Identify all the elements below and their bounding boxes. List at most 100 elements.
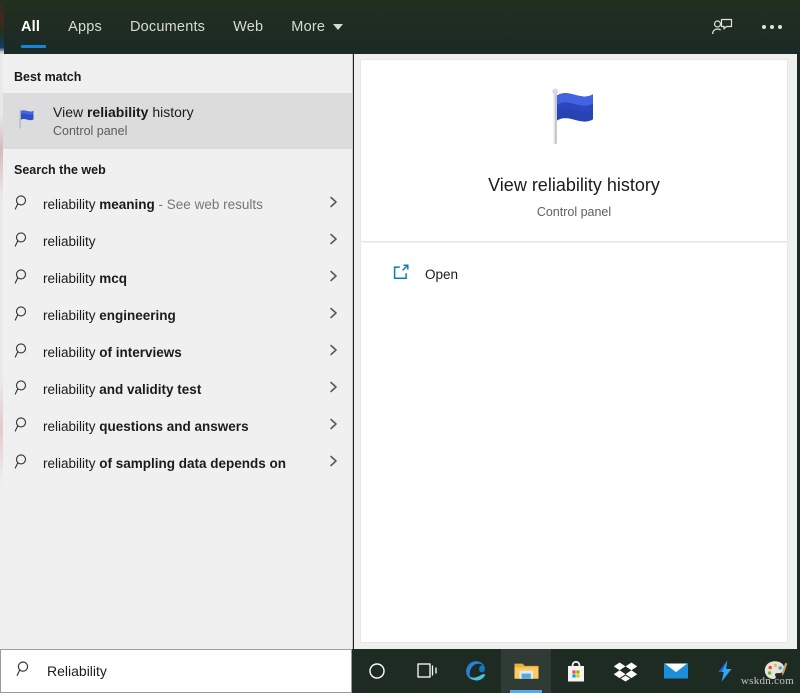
search-icon xyxy=(14,268,31,290)
web-result-prefix: reliability xyxy=(43,381,100,397)
best-match-title-bold: reliability xyxy=(86,104,149,121)
web-result-suffix: - See web results xyxy=(154,196,263,212)
search-tabs: All Apps Documents Web More xyxy=(13,0,357,54)
web-result-label: reliability engineering xyxy=(43,307,314,324)
search-icon xyxy=(16,660,33,682)
tab-web-label: Web xyxy=(233,19,264,35)
tab-more-label: More xyxy=(291,19,326,35)
web-result-label: reliability questions and answers xyxy=(43,418,314,435)
tab-more[interactable]: More xyxy=(277,0,357,54)
web-result-label: reliability mcq xyxy=(43,270,314,287)
tab-all-label: All xyxy=(21,19,41,35)
best-match-title-suffix: history xyxy=(148,104,194,121)
open-action-button[interactable]: Open xyxy=(361,253,787,295)
search-results-area: Best match View reliability history Cont… xyxy=(0,54,800,649)
web-results-list: reliability meaning - See web results rel… xyxy=(0,186,352,482)
feedback-person-icon[interactable] xyxy=(708,13,736,41)
chevron-right-icon[interactable] xyxy=(326,343,340,362)
blue-flag-icon xyxy=(537,82,611,161)
search-icon xyxy=(14,231,31,253)
taskbar-item-cortana[interactable] xyxy=(352,649,402,693)
web-result-prefix: reliability xyxy=(43,344,100,360)
taskbar-item-edge[interactable] xyxy=(452,649,502,693)
web-result-bold: of interviews xyxy=(99,344,182,360)
web-result-item[interactable]: reliability of sampling data depends on xyxy=(0,445,352,482)
search-icon xyxy=(14,342,31,364)
open-external-icon xyxy=(391,262,411,287)
taskbar-item-microsoft-store[interactable] xyxy=(551,649,601,693)
web-result-bold: meaning xyxy=(99,196,155,212)
taskbar-item-dropbox[interactable] xyxy=(601,649,651,693)
preview-title: View reliability history xyxy=(488,175,660,195)
chevron-right-icon[interactable] xyxy=(326,195,340,214)
web-result-bold: engineering xyxy=(99,307,176,323)
web-result-item[interactable]: reliability mcq xyxy=(0,260,352,297)
search-icon xyxy=(14,379,31,401)
search-web-heading: Search the web xyxy=(14,163,106,177)
web-result-item[interactable]: reliability of interviews xyxy=(0,334,352,371)
taskbar-item-mail[interactable] xyxy=(651,649,701,693)
best-match-title: View reliability history xyxy=(53,104,194,120)
web-result-item[interactable]: reliability and validity test xyxy=(0,371,352,408)
preview-card: View reliability history Control panel xyxy=(360,59,788,242)
taskbar-item-task-view[interactable] xyxy=(402,649,452,693)
tab-documents-label: Documents xyxy=(130,19,206,35)
web-result-prefix: reliability xyxy=(43,455,100,471)
search-input-value: Reliability xyxy=(47,663,107,679)
web-result-bold: and validity test xyxy=(99,381,202,397)
web-result-prefix: reliability xyxy=(43,233,96,249)
chevron-right-icon[interactable] xyxy=(326,232,340,251)
web-result-prefix: reliability xyxy=(43,307,100,323)
web-result-item[interactable]: reliability questions and answers xyxy=(0,408,352,445)
taskbar-item-file-explorer[interactable] xyxy=(501,649,552,693)
web-result-label: reliability of interviews xyxy=(43,344,314,361)
chevron-down-icon xyxy=(333,24,344,30)
search-navbar: All Apps Documents Web More xyxy=(0,0,800,54)
web-result-item[interactable]: reliability xyxy=(0,223,352,260)
tab-active-underline xyxy=(21,45,47,48)
search-icon xyxy=(14,194,31,216)
web-result-prefix: reliability xyxy=(43,270,100,286)
tab-all[interactable]: All xyxy=(13,0,54,54)
chevron-right-icon[interactable] xyxy=(326,454,340,473)
tab-apps[interactable]: Apps xyxy=(54,0,116,54)
chevron-right-icon[interactable] xyxy=(326,417,340,436)
taskbar-item-lightning-app[interactable] xyxy=(700,649,750,693)
preview-subtitle: Control panel xyxy=(536,205,612,219)
best-match-heading: Best match xyxy=(14,70,82,84)
search-input[interactable]: Reliability xyxy=(0,649,352,693)
chevron-right-icon[interactable] xyxy=(326,380,340,399)
windows-search-screen: All Apps Documents Web More Best match V… xyxy=(0,0,800,693)
chevron-right-icon[interactable] xyxy=(326,306,340,325)
preview-actions: Open xyxy=(360,243,788,643)
navbar-actions xyxy=(708,0,786,54)
search-icon xyxy=(14,453,31,475)
taskbar: wskdn.com xyxy=(352,649,800,693)
web-result-label: reliability xyxy=(43,233,314,250)
ellipsis-dots xyxy=(762,25,782,29)
web-result-bold: mcq xyxy=(99,270,128,286)
search-icon xyxy=(14,416,31,438)
tab-apps-label: Apps xyxy=(68,19,102,35)
web-result-bold: questions and answers xyxy=(99,418,249,434)
chevron-right-icon[interactable] xyxy=(326,269,340,288)
web-result-item[interactable]: reliability meaning - See web results xyxy=(0,186,352,223)
web-result-bold: of sampling data depends on xyxy=(99,455,287,471)
best-match-subtitle: Control panel xyxy=(53,123,128,138)
web-result-item[interactable]: reliability engineering xyxy=(0,297,352,334)
tab-web[interactable]: Web xyxy=(219,0,277,54)
web-result-prefix: reliability xyxy=(43,418,100,434)
results-list-panel: Best match View reliability history Cont… xyxy=(0,54,353,649)
panel-left-edge xyxy=(0,54,3,649)
web-result-label: reliability and validity test xyxy=(43,381,314,398)
open-action-label: Open xyxy=(425,266,459,282)
best-match-text: View reliability history Control panel xyxy=(53,104,194,137)
web-result-prefix: reliability xyxy=(43,196,100,212)
best-match-result[interactable]: View reliability history Control panel xyxy=(0,93,352,149)
tab-documents[interactable]: Documents xyxy=(116,0,219,54)
search-icon xyxy=(14,305,31,327)
ellipsis-icon[interactable] xyxy=(758,13,786,41)
taskbar-item-paint[interactable] xyxy=(750,649,800,693)
web-result-label: reliability meaning - See web results xyxy=(43,196,314,213)
best-match-title-prefix: View xyxy=(53,104,87,121)
